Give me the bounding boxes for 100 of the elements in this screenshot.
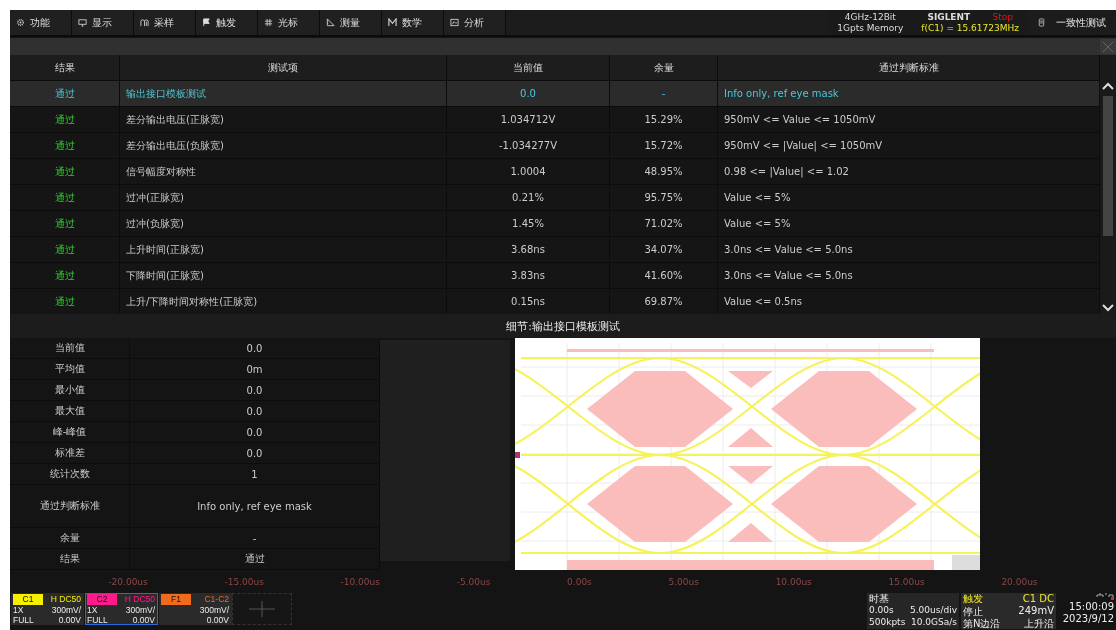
axis-label: -10.00us: [340, 576, 380, 587]
timebase-panel[interactable]: 时基 0.00s 5.00us/div 500kpts 10.0GSa/s: [867, 593, 959, 629]
stat-label: 平均值: [10, 359, 130, 380]
scroll-up-button[interactable]: [1101, 80, 1115, 92]
criteria-cell[interactable]: 950mV <= Value <= 1050mV: [718, 107, 1100, 133]
axis-label: 10.00us: [775, 576, 812, 587]
channel-tag: C2: [87, 594, 117, 605]
menu-button[interactable]: 数学: [382, 10, 444, 35]
column-header: 余量: [610, 55, 718, 81]
margin-cell[interactable]: 48.95%: [610, 159, 718, 185]
stat-value: 0.0: [130, 401, 380, 422]
menu-button[interactable]: 测量: [320, 10, 382, 35]
axis-label: -5.00us: [456, 576, 491, 587]
test-item-cell[interactable]: 信号幅度对称性: [120, 159, 447, 185]
column-header: 通过判断标准: [718, 55, 1100, 81]
menu-button[interactable]: 采样: [134, 10, 196, 35]
criteria-cell[interactable]: 950mV <= |Value| <= 1050mV: [718, 133, 1100, 159]
monitor-icon: [78, 18, 87, 27]
stat-label: 最大值: [10, 401, 130, 422]
value-cell[interactable]: 3.68ns: [447, 237, 610, 263]
run-state: Stop: [991, 11, 1014, 23]
stat-label: 标准差: [10, 443, 130, 464]
plus-icon: [249, 601, 275, 617]
margin-cell[interactable]: 95.75%: [610, 185, 718, 211]
stat-label: 统计次数: [10, 464, 130, 485]
stat-label: 结果: [10, 549, 130, 570]
value-cell[interactable]: 1.45%: [447, 211, 610, 237]
stat-value: 0.0: [130, 422, 380, 443]
axis-label: 15.00us: [888, 576, 925, 587]
test-item-cell[interactable]: 上升时间(正脉宽): [120, 237, 447, 263]
document-icon: [1037, 18, 1046, 27]
gear-icon: [16, 18, 25, 27]
value-cell[interactable]: 0.0: [447, 81, 610, 107]
value-cell[interactable]: 3.83ns: [447, 263, 610, 289]
trigger-panel[interactable]: 触发 C1 DC 停止 249mV 第N边沿 上升沿: [961, 593, 1056, 629]
scroll-down-button[interactable]: [1101, 302, 1115, 314]
test-item-cell[interactable]: 差分输出电压(正脉宽): [120, 107, 447, 133]
clock-time: 15:00:09: [1069, 601, 1114, 613]
stat-label: 余量: [10, 528, 130, 549]
stat-label: 最小值: [10, 380, 130, 401]
value-cell[interactable]: 1.0004: [447, 159, 610, 185]
stat-value: 0.0: [130, 443, 380, 464]
test-item-cell[interactable]: 输出接口模板测试: [120, 81, 447, 107]
result-cell[interactable]: 通过: [10, 107, 120, 133]
flag-icon: [202, 18, 211, 27]
stat-value: -: [130, 528, 380, 549]
result-cell[interactable]: 通过: [10, 159, 120, 185]
test-item-cell[interactable]: 过冲(正脉宽): [120, 185, 447, 211]
scrollbar-thumb[interactable]: [1103, 96, 1113, 236]
margin-cell[interactable]: 41.60%: [610, 263, 718, 289]
result-cell[interactable]: 通过: [10, 211, 120, 237]
frequency-readout: f(C1) = 15.61723MHz: [921, 22, 1019, 34]
menu-button[interactable]: 触发: [196, 10, 258, 35]
value-cell[interactable]: -1.034277V: [447, 133, 610, 159]
margin-cell[interactable]: 15.29%: [610, 107, 718, 133]
criteria-cell[interactable]: 3.0ns <= Value <= 5.0ns: [718, 237, 1100, 263]
result-cell[interactable]: 通过: [10, 185, 120, 211]
stat-value: Info only, ref eye mask: [130, 485, 380, 528]
detail-title: 细节:输出接口模板测试: [506, 318, 620, 334]
margin-cell[interactable]: -: [610, 81, 718, 107]
memory-label: 1Gpts Memory: [837, 22, 904, 34]
stat-value: 通过: [130, 549, 380, 570]
menu-button[interactable]: 分析: [444, 10, 506, 35]
brand-logo: SIGLENT: [926, 11, 972, 23]
math-icon: [388, 18, 397, 27]
axis-label: 0.00s: [567, 576, 592, 587]
margin-cell[interactable]: 71.02%: [610, 211, 718, 237]
test-item-cell[interactable]: 过冲(负脉宽): [120, 211, 447, 237]
test-item-cell[interactable]: 下降时间(正脉宽): [120, 263, 447, 289]
criteria-cell[interactable]: Value <= 5%: [718, 211, 1100, 237]
menu-button[interactable]: 功能: [10, 10, 72, 35]
criteria-cell[interactable]: 0.98 <= |Value| <= 1.02: [718, 159, 1100, 185]
criteria-cell[interactable]: Info only, ref eye mask: [718, 81, 1100, 107]
margin-cell[interactable]: 34.07%: [610, 237, 718, 263]
value-cell[interactable]: 1.034712V: [447, 107, 610, 133]
clock-date: 2023/9/12: [1062, 613, 1114, 625]
criteria-cell[interactable]: Value <= 5%: [718, 185, 1100, 211]
column-header: 当前值: [447, 55, 610, 81]
stat-value: 0m: [130, 359, 380, 380]
axis-label: -20.00us: [108, 576, 148, 587]
channel-panel[interactable]: C2 H DC50 1X 300mV/ FULL 0.00V: [85, 593, 158, 625]
result-cell[interactable]: 通过: [10, 81, 120, 107]
test-item-cell[interactable]: 差分输出电压(负脉宽): [120, 133, 447, 159]
channel-tag: F1: [161, 594, 191, 605]
channel-panel[interactable]: F1 C1-C2 300mV/ 0.00V: [159, 593, 232, 625]
criteria-cell[interactable]: 3.0ns <= Value <= 5.0ns: [718, 263, 1100, 289]
menu-button[interactable]: 光标: [258, 10, 320, 35]
result-cell[interactable]: 通过: [10, 237, 120, 263]
value-cell[interactable]: 0.21%: [447, 185, 610, 211]
stat-label: 当前值: [10, 338, 130, 359]
axis-label: 20.00us: [1001, 576, 1038, 587]
margin-cell[interactable]: 15.72%: [610, 133, 718, 159]
stat-value: 1: [130, 464, 380, 485]
close-button[interactable]: [1100, 39, 1116, 54]
result-cell[interactable]: 通过: [10, 133, 120, 159]
stat-value: 0.0: [130, 338, 380, 359]
result-cell[interactable]: 通过: [10, 263, 120, 289]
menu-button[interactable]: 显示: [72, 10, 134, 35]
spec-label: 4GHz-12Bit: [844, 11, 896, 23]
channel-panel[interactable]: C1 H DC50 1X 300mV/ FULL 0.00V: [11, 593, 84, 625]
